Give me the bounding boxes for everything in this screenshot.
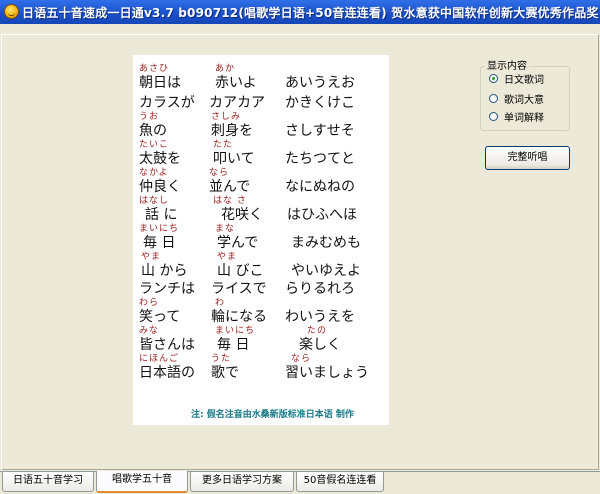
radio-unchecked-icon[interactable] [489,93,498,103]
window-title: 日语五十音速成一日通v3.7 b090712(唱歌学日语+50音连连看) 贺水意… [22,6,600,20]
radio-lyrics-meaning[interactable]: 歌词大意 [489,91,544,106]
kana-row: まみむめも [291,235,361,251]
radio-unchecked-icon[interactable] [489,111,498,121]
radio-japanese-lyrics[interactable]: 日文歌词 [489,71,544,86]
kana-row: やいゆえよ [291,263,361,279]
tab-more-plans[interactable]: 更多日语学习方案 [190,472,294,492]
kana-row: さしすせそ [285,123,355,139]
radio-word-explanation[interactable]: 单词解释 [489,109,544,124]
kana-row: かきくけこ [285,95,355,111]
lyric-text: 山 から [141,263,188,279]
lyric-text: 日本語の [139,365,195,381]
lyric-text: 赤いよ [215,75,257,91]
lyrics-panel: あさひ あか 朝日は 赤いよ あいうえお カラスが カアカア かきくけこ うお … [133,55,389,425]
kana-row: らりるれろ [285,281,355,297]
lyric-text: 朝日は [139,75,181,91]
footnote: 注: 假名注音由水桑新版标准日本语 制作 [191,410,354,420]
lyric-text: 山 びこ [217,263,264,279]
lyric-text: 習いましょう [285,365,369,381]
radio-label[interactable]: 日文歌词 [504,71,544,86]
kana-row: はひふへほ [287,207,357,223]
tab-matching-game[interactable]: 50音假名连连看 [296,472,384,492]
tab-fifty-sounds[interactable]: 日语五十音学习 [2,472,94,492]
kana-row: あいうえお [285,75,355,91]
radio-label[interactable]: 歌词大意 [504,91,544,106]
play-full-song-button[interactable]: 完整听唱 [485,146,570,170]
radio-label[interactable]: 单词解释 [504,109,544,124]
radio-checked-icon[interactable] [489,73,498,83]
kana-row: たちつてと [285,151,355,167]
kana-row: なにぬねの [285,179,355,195]
tab-bar: 日语五十音学习 唱歌学五十音 更多日语学习方案 50音假名连连看 [0,471,600,494]
smiley-app-icon[interactable] [4,4,19,19]
lyric-text: 歌で [211,365,239,381]
title-bar: 日语五十音速成一日通v3.7 b090712(唱歌学日语+50音连连看) 贺水意… [0,0,600,24]
tab-sing-learn[interactable]: 唱歌学五十音 [96,471,188,493]
